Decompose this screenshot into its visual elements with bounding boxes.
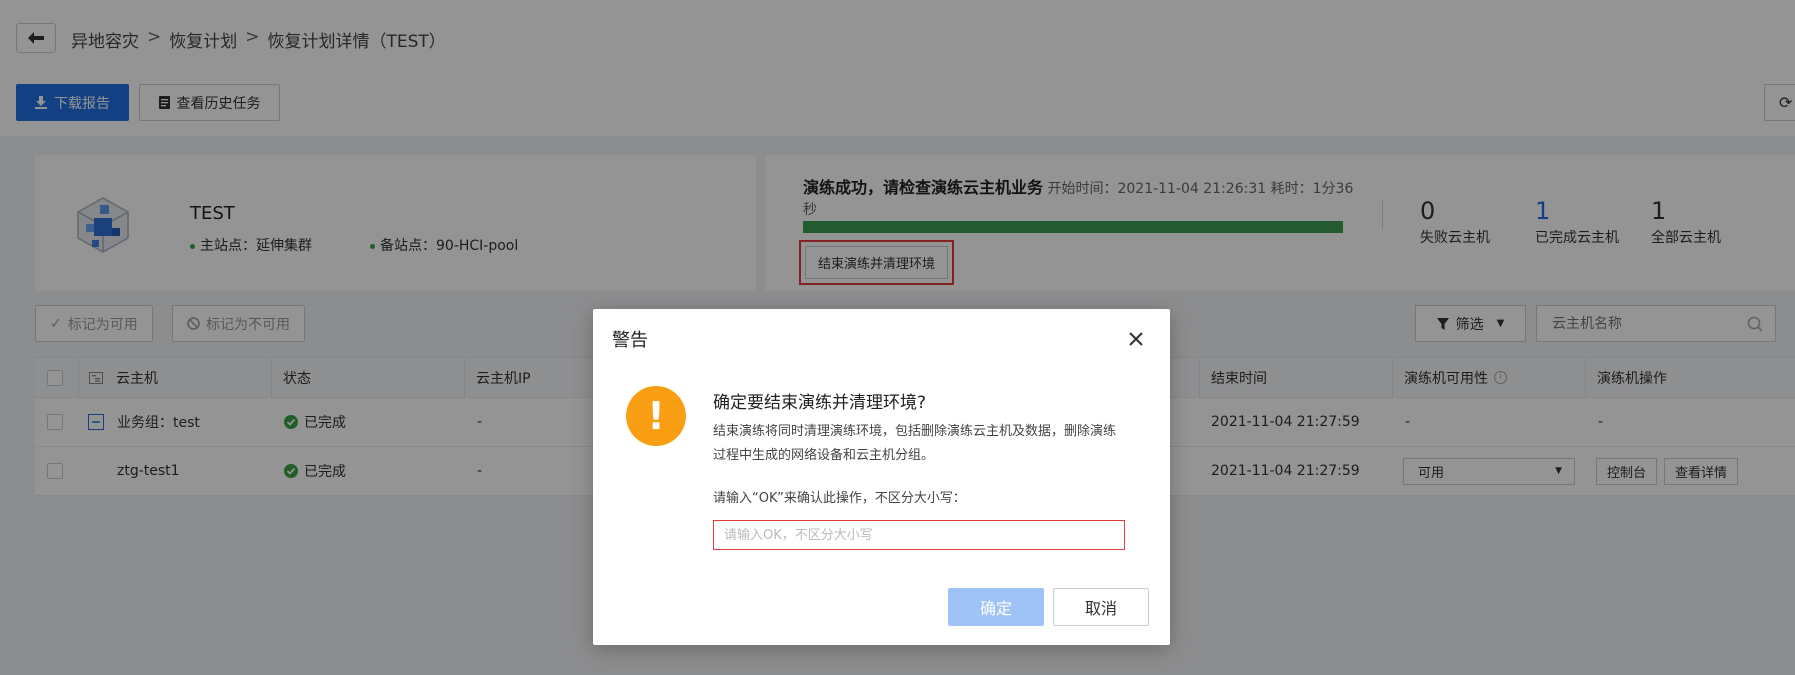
dialog-description: 结束演练将同时清理演练环境，包括删除演练云主机及数据，删除演练过程中生成的网络设…: [713, 424, 1117, 463]
dialog-confirm-hint: 请输入“OK”来确认此操作，不区分大小写：: [713, 491, 966, 506]
confirm-ok-input[interactable]: [713, 520, 1125, 550]
close-icon[interactable]: [1124, 327, 1148, 351]
dialog-question: 确定要结束演练并清理环境?: [713, 393, 927, 413]
warning-dialog: 警告 ! 确定要结束演练并清理环境? 结束演练将同时清理演练环境，包括删除演练云…: [593, 309, 1170, 645]
exclamation-icon: !: [626, 386, 686, 446]
confirm-button[interactable]: 确定: [948, 588, 1044, 626]
dialog-title: 警告: [612, 330, 648, 351]
cancel-button[interactable]: 取消: [1053, 588, 1149, 626]
